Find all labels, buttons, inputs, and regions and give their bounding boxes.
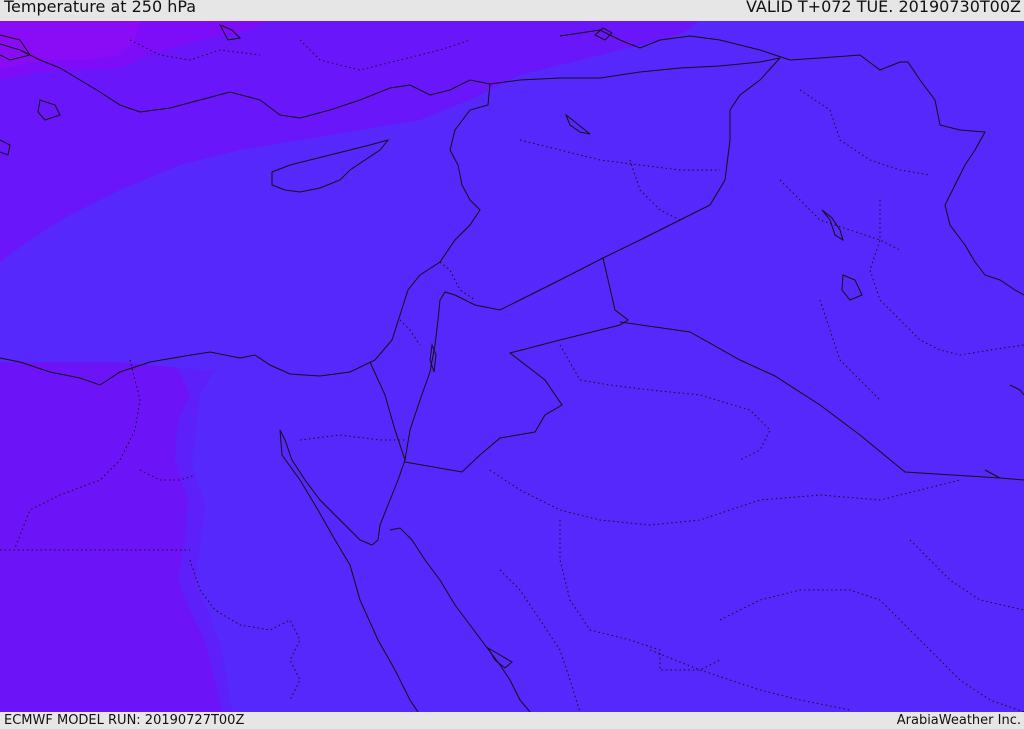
valid-time-label: VALID T+072 TUE. 20190730T00Z bbox=[745, 0, 1021, 16]
title-bar: Temperature at 250 hPa VALID T+072 TUE. … bbox=[0, 0, 1024, 21]
model-run-label: ECMWF MODEL RUN: 20190727T00Z bbox=[4, 713, 245, 728]
map-title: Temperature at 250 hPa bbox=[4, 0, 197, 16]
credit-label: ArabiaWeather Inc. bbox=[896, 713, 1021, 728]
temperature-map[interactable] bbox=[0, 21, 1024, 712]
footer-bar: ECMWF MODEL RUN: 20190727T00Z ArabiaWeat… bbox=[0, 712, 1024, 729]
